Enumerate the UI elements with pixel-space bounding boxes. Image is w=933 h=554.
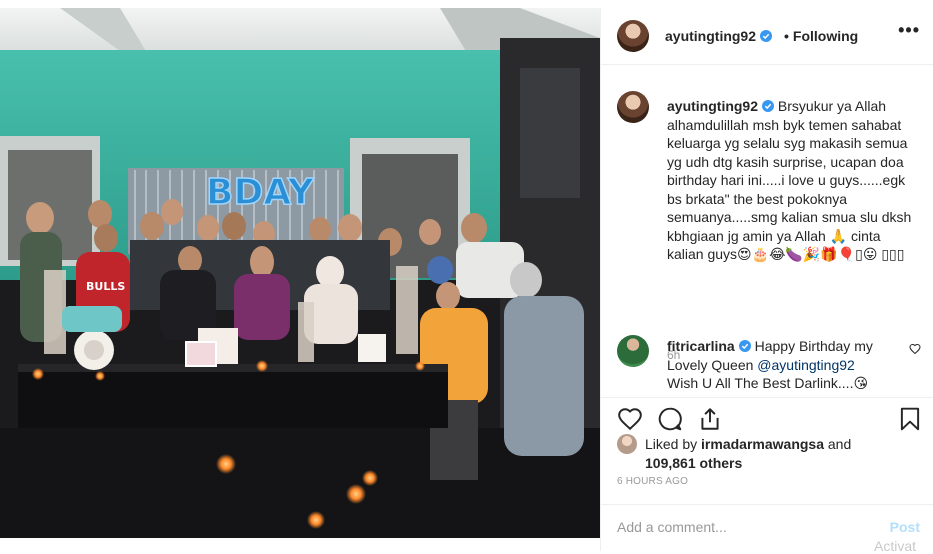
add-comment-input[interactable]: Add a comment... <box>617 519 727 535</box>
commenter-avatar[interactable] <box>617 335 649 367</box>
author-username-text[interactable]: ayutingting92 <box>665 28 756 44</box>
liker-avatar[interactable] <box>617 434 637 454</box>
verified-badge-icon <box>760 30 773 42</box>
liked-by-prefix: Liked by <box>645 436 702 452</box>
caption-username[interactable]: ayutingting92 <box>667 98 758 114</box>
post-photo[interactable]: BDAY BULLS <box>0 8 600 538</box>
author-username[interactable]: ayutingting92 <box>665 28 773 44</box>
dot-separator: • <box>784 28 789 44</box>
party-scene: BDAY BULLS <box>0 8 600 538</box>
liked-by-and: and <box>824 436 852 452</box>
verified-badge-icon <box>738 340 751 352</box>
share-icon[interactable] <box>697 406 723 432</box>
comment-text-after: Wish U All The Best Darlink....😘 <box>667 375 869 391</box>
following-button[interactable]: Following <box>793 28 858 44</box>
commenter-username[interactable]: fitricarlina <box>667 338 751 354</box>
follow-status[interactable]: • Following <box>784 28 858 44</box>
author-avatar[interactable] <box>617 20 649 52</box>
save-bookmark-icon[interactable] <box>897 406 923 432</box>
comment-text-block: fitricarlina Happy Birthday my Lovely Qu… <box>667 337 887 393</box>
caption-text: Brsyukur ya Allah alhamdulillah msh byk … <box>667 98 912 262</box>
like-heart-icon[interactable] <box>617 406 643 432</box>
comment-bubble-icon[interactable] <box>657 406 683 432</box>
post-timestamp[interactable]: 6 HOURS AGO <box>617 476 688 487</box>
verified-badge-icon <box>762 100 775 112</box>
like-comment-heart-icon[interactable] <box>909 343 921 355</box>
commenter-username-text[interactable]: fitricarlina <box>667 338 735 354</box>
comment-mention-link[interactable]: @ayutingting92 <box>757 357 855 373</box>
caption-author-avatar[interactable] <box>617 91 649 123</box>
caption-text-block: ayutingting92 Brsyukur ya Allah alhamdul… <box>667 97 917 264</box>
action-bar <box>601 397 933 438</box>
post-header: ayutingting92 • Following ••• <box>601 8 933 65</box>
comments-list[interactable]: ayutingting92 Brsyukur ya Allah alhamdul… <box>601 65 933 397</box>
post-comment-button[interactable]: Post <box>890 519 920 535</box>
liked-by-user-link[interactable]: irmadarmawangsa <box>701 436 824 452</box>
activate-windows-watermark: Activat <box>874 538 917 554</box>
balloon-letters: BDAY <box>206 172 315 213</box>
liked-by-line: Liked by irmadarmawangsa and <box>645 436 851 452</box>
likes-count-link[interactable]: 109,861 others <box>645 455 742 471</box>
post-side-panel: ayutingting92 • Following ••• ayutingting… <box>600 8 933 551</box>
ellipsis-icon[interactable]: ••• <box>898 20 920 41</box>
bulls-shirt-text: BULLS <box>86 280 125 293</box>
